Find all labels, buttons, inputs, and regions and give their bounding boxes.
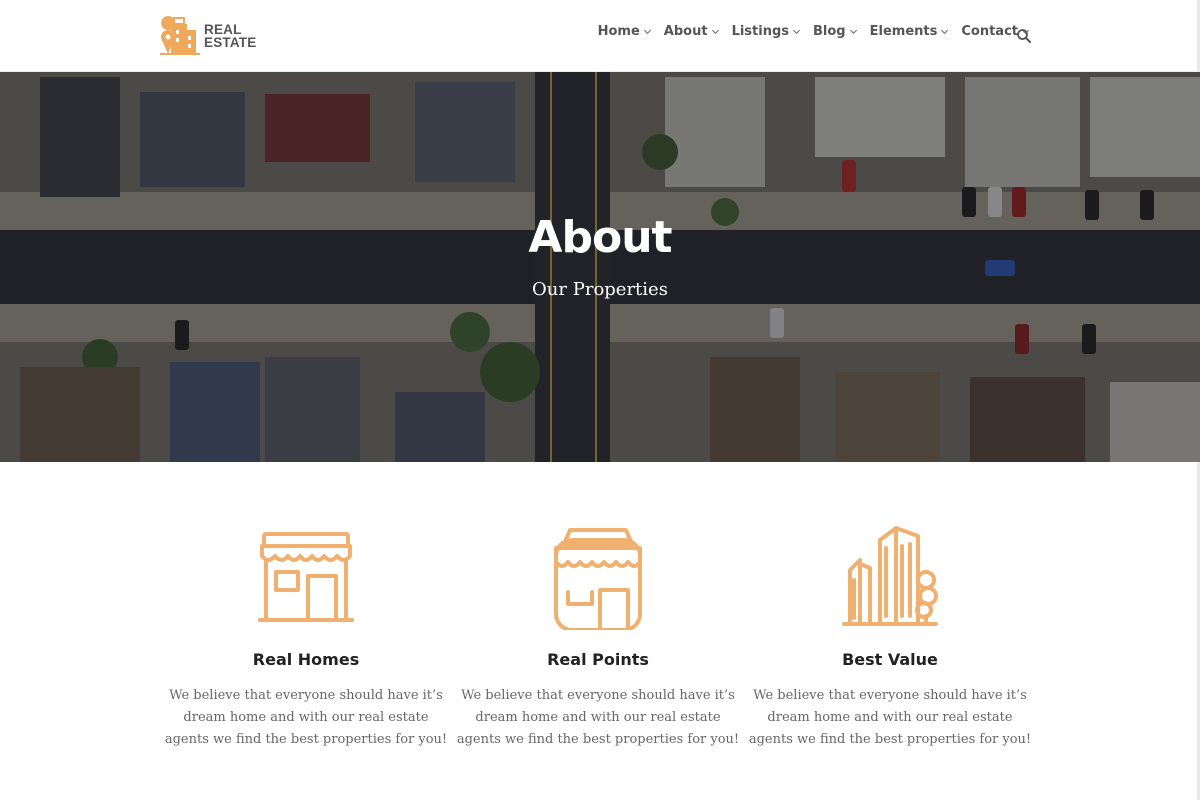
chevron-down-icon bbox=[792, 29, 801, 35]
nav-item-listings[interactable]: Listings bbox=[732, 24, 801, 39]
feature-title: Best Value bbox=[842, 650, 938, 669]
main-nav: Home About Listings Blog Elements Contac… bbox=[598, 24, 1030, 39]
nav-item-blog[interactable]: Blog bbox=[813, 24, 858, 39]
shop-icon bbox=[554, 528, 642, 630]
feature-text: We believe that everyone should have it’… bbox=[164, 688, 448, 747]
chevron-down-icon bbox=[941, 29, 949, 35]
hero-overlay bbox=[0, 72, 1200, 462]
nav-item-label: About bbox=[663, 24, 708, 39]
nav-item-label: Elements bbox=[869, 24, 938, 39]
nav-item-home[interactable]: Home bbox=[598, 24, 652, 39]
feature-title: Real Points bbox=[547, 650, 649, 669]
nav-item-about[interactable]: About bbox=[664, 24, 720, 39]
nav-item-elements[interactable]: Elements bbox=[870, 24, 950, 39]
chevron-down-icon bbox=[849, 29, 857, 35]
buildings-icon bbox=[842, 526, 938, 626]
logo-line2: ESTATE bbox=[204, 35, 257, 50]
page-subtitle: Our Properties bbox=[532, 279, 668, 300]
feature-card: Real Points We believe that everyone sho… bbox=[452, 520, 744, 751]
chevron-down-icon bbox=[711, 29, 719, 35]
features-section: Real Homes We believe that everyone shou… bbox=[160, 520, 1040, 760]
nav-item-label: Contact bbox=[961, 24, 1018, 39]
page-title: About bbox=[528, 212, 672, 263]
nav-item-label: Blog bbox=[813, 24, 846, 39]
search-icon[interactable] bbox=[1016, 28, 1032, 44]
site-header: REAL ESTATE Home About Listings Blog Ele… bbox=[0, 0, 1200, 72]
feature-text: We believe that everyone should have it’… bbox=[456, 688, 740, 747]
hero-banner: About Our Properties bbox=[0, 72, 1200, 462]
feature-card: Real Homes We believe that everyone shou… bbox=[160, 520, 452, 751]
feature-title: Real Homes bbox=[252, 650, 360, 669]
nav-item-label: Home bbox=[597, 24, 640, 39]
feature-text: We believe that everyone should have it’… bbox=[748, 688, 1032, 747]
nav-item-label: Listings bbox=[731, 24, 790, 39]
chevron-down-icon bbox=[643, 29, 651, 35]
storefront-icon bbox=[258, 532, 354, 622]
site-logo[interactable]: REAL ESTATE bbox=[160, 16, 256, 56]
feature-card: Best Value We believe that everyone shou… bbox=[744, 520, 1036, 751]
logo-text: REAL ESTATE bbox=[204, 23, 257, 50]
logo-icon bbox=[160, 16, 200, 55]
